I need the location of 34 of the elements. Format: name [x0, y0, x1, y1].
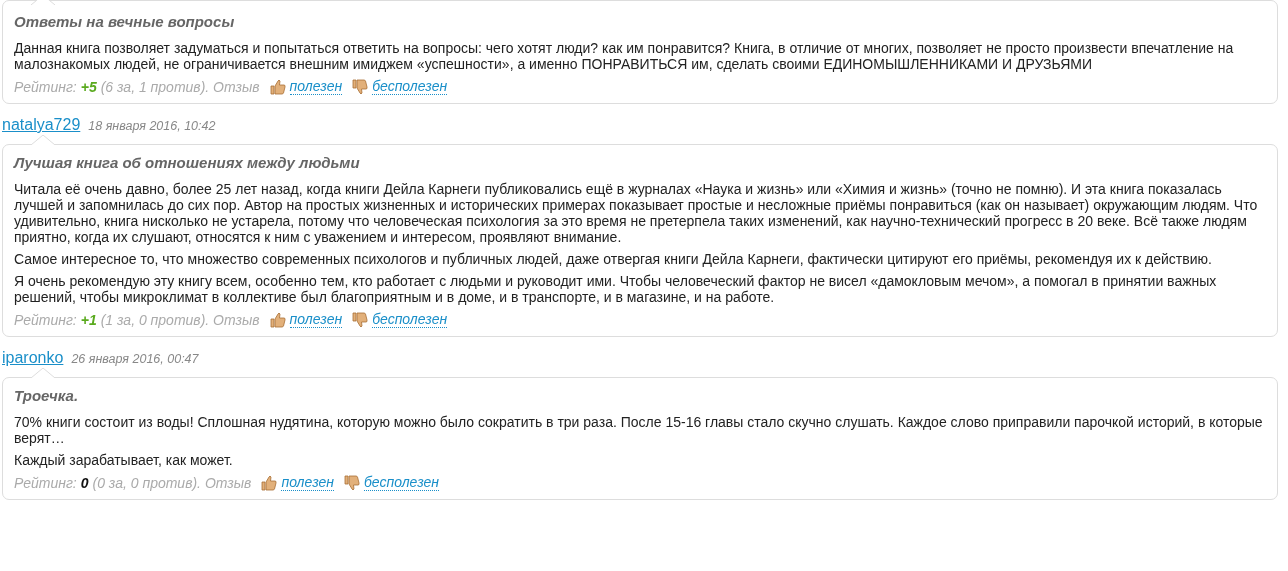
review-date: 18 января 2016, 10:42	[88, 119, 216, 133]
useless-link[interactable]: бесполезен	[372, 78, 448, 95]
review-title: Лучшая книга об отношениях между людьми	[14, 154, 361, 171]
thumbs-up-icon	[269, 311, 286, 328]
thumbs-up-icon	[261, 474, 278, 491]
rating-label: Рейтинг:	[14, 78, 77, 95]
review-text: Каждый зарабатывает, как может.	[14, 452, 234, 468]
review-text: Я очень рекомендую эту книгу всем, особенно тем, кто работает с людьми и руководит ими. Чтобы человеческий фактор не висел «дамокловым мечом», а помогал в принятии важных решений, чтобы микроклимат в коллективе был благоприятным и в доме, и в транспорте, и в магазине, и на работе.	[14, 273, 1218, 305]
rating-value: +1	[80, 311, 97, 328]
useless-link[interactable]: бесполезен	[364, 474, 440, 491]
votes-text: (6 за, 1 против). Отзыв	[100, 78, 260, 95]
rating-value: +5	[80, 78, 97, 95]
review-text: Читала её очень давно, более 25 лет назад, когда книги Дейла Карнеги публиковались ещё в журналах «Наука и жизнь» или «Химия и жизнь» (точно не помню). И эта книга показалась лучшей и запомнилась до сих пор. Автор на простых жизненных и исторических примерах показывает простые и несложные приёмы понравиться (как он называет) окружающим людям. Что удивительно, книга нисколько не устарела, потому что человеческая психология за это время не претерпела таких изменений, как научно-технический прогресс в 20 веке. Всё также людям приятно, когда их слушают, относятся к ним с уважением и интересом, проявляют внимание.	[14, 181, 1259, 245]
rating-label: Рейтинг:	[14, 474, 77, 491]
votes-text: (1 за, 0 против). Отзыв	[100, 311, 260, 328]
author-link[interactable]: natalya729	[2, 116, 81, 134]
review-text: 70% книги состоит из воды! Сплошная нудятина, которую можно было сократить в три раза. После 15-16 главы стало скучно слушать. Каждое слово приправили парочкой историй, в которые верят…	[14, 414, 1264, 446]
useless-link[interactable]: бесполезен	[372, 311, 448, 328]
review-title: Троечка.	[14, 387, 80, 404]
review-title: Ответы на вечные вопросы	[14, 13, 236, 30]
useful-link[interactable]: полезен	[289, 78, 343, 95]
author-link[interactable]: iparonko	[2, 349, 64, 367]
rating-label: Рейтинг:	[14, 311, 77, 328]
review-text: Данная книга позволяет задуматься и попытаться ответить на вопросы: чего хотят люди? как им понравится? Книга, в отличие от многих, позволяет не просто произвести впечатление на малознакомых людей, не ограничивается внешним имиджем «успешности», а именно ПОНРАВИТЬСЯ им, сделать своими ЕДИНОМЫШЛЕННИКАМИ И ДРУЗЬЯМИ	[14, 40, 1235, 72]
useful-link[interactable]: полезен	[281, 474, 334, 491]
thumbs-down-icon	[352, 311, 369, 328]
rating-value: 0	[80, 474, 89, 491]
review-date: 26 января 2016, 00:47	[71, 352, 199, 366]
thumbs-down-icon	[352, 78, 369, 95]
votes-text: (0 за, 0 против). Отзыв	[92, 474, 252, 491]
useful-link[interactable]: полезен	[289, 311, 343, 328]
thumbs-up-icon	[269, 78, 286, 95]
thumbs-down-icon	[344, 474, 360, 491]
review-text: Самое интересное то, что множество современных психологов и публичных людей, даже отвергая книги Дейла Карнеги, фактически цитируют его приёмы, рекомендуя их к действию.	[14, 251, 1213, 267]
